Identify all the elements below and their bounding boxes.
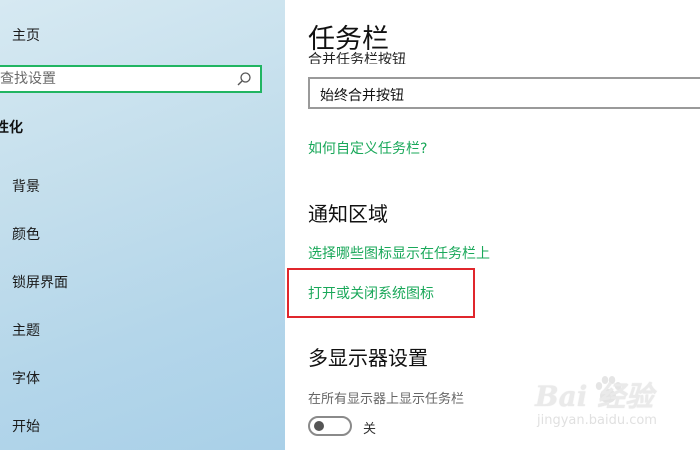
show-all-displays-toggle[interactable] xyxy=(308,416,352,436)
combine-buttons-label-text: 合并任务栏按钮 xyxy=(308,52,406,64)
customize-taskbar-link[interactable]: 如何自定义任务栏? xyxy=(308,138,427,158)
combine-buttons-label: 合并任务栏按钮 xyxy=(308,51,406,64)
watermark-url: jingyan.baidu.com xyxy=(537,413,657,428)
watermark-brand: Bai 经验 xyxy=(535,380,654,413)
toggle-knob xyxy=(314,421,324,431)
sidebar-item-label: 颜色 xyxy=(12,227,40,243)
sidebar-item-label: 背景 xyxy=(12,179,40,195)
combine-buttons-dropdown[interactable]: 始终合并按钮 xyxy=(308,77,700,109)
search-box[interactable] xyxy=(0,65,262,93)
sidebar-item-themes[interactable]: 主题 xyxy=(0,313,285,347)
sidebar-item-fonts[interactable]: 字体 xyxy=(0,361,285,395)
combine-buttons-value: 始终合并按钮 xyxy=(320,88,404,104)
sidebar-item-lock-screen[interactable]: 锁屏界面 xyxy=(0,265,285,299)
notification-area-heading: 通知区域 xyxy=(308,202,388,226)
search-input[interactable] xyxy=(0,67,230,91)
sidebar-item-label: 字体 xyxy=(12,371,40,387)
multi-display-heading: 多显示器设置 xyxy=(308,346,428,370)
sidebar-section-title: 性化 xyxy=(0,120,23,136)
watermark: Bai 经验 jingyan.baidu.com xyxy=(535,373,685,443)
search-icon[interactable] xyxy=(236,71,252,87)
sidebar-item-label: 主题 xyxy=(12,323,40,339)
sidebar-item-background[interactable]: 背景 xyxy=(0,169,285,203)
toggle-state-label: 关 xyxy=(363,422,377,437)
show-all-displays-label: 在所有显示器上显示任务栏 xyxy=(308,392,465,407)
sidebar-home-label: 主页 xyxy=(12,28,40,44)
sidebar-home[interactable]: 主页 xyxy=(0,20,285,50)
sidebar-item-label: 开始 xyxy=(12,419,40,435)
sidebar: 主页 性化 背景 颜色 锁屏界面 主题 字体 开始 xyxy=(0,0,285,450)
sidebar-item-colors[interactable]: 颜色 xyxy=(0,217,285,251)
sidebar-item-label: 锁屏界面 xyxy=(12,275,68,291)
system-icons-link[interactable]: 打开或关闭系统图标 xyxy=(308,283,434,303)
sidebar-item-start[interactable]: 开始 xyxy=(0,409,285,443)
select-icons-link[interactable]: 选择哪些图标显示在任务栏上 xyxy=(308,243,490,263)
settings-window: 主页 性化 背景 颜色 锁屏界面 主题 字体 开始 任务栏 xyxy=(0,0,700,450)
